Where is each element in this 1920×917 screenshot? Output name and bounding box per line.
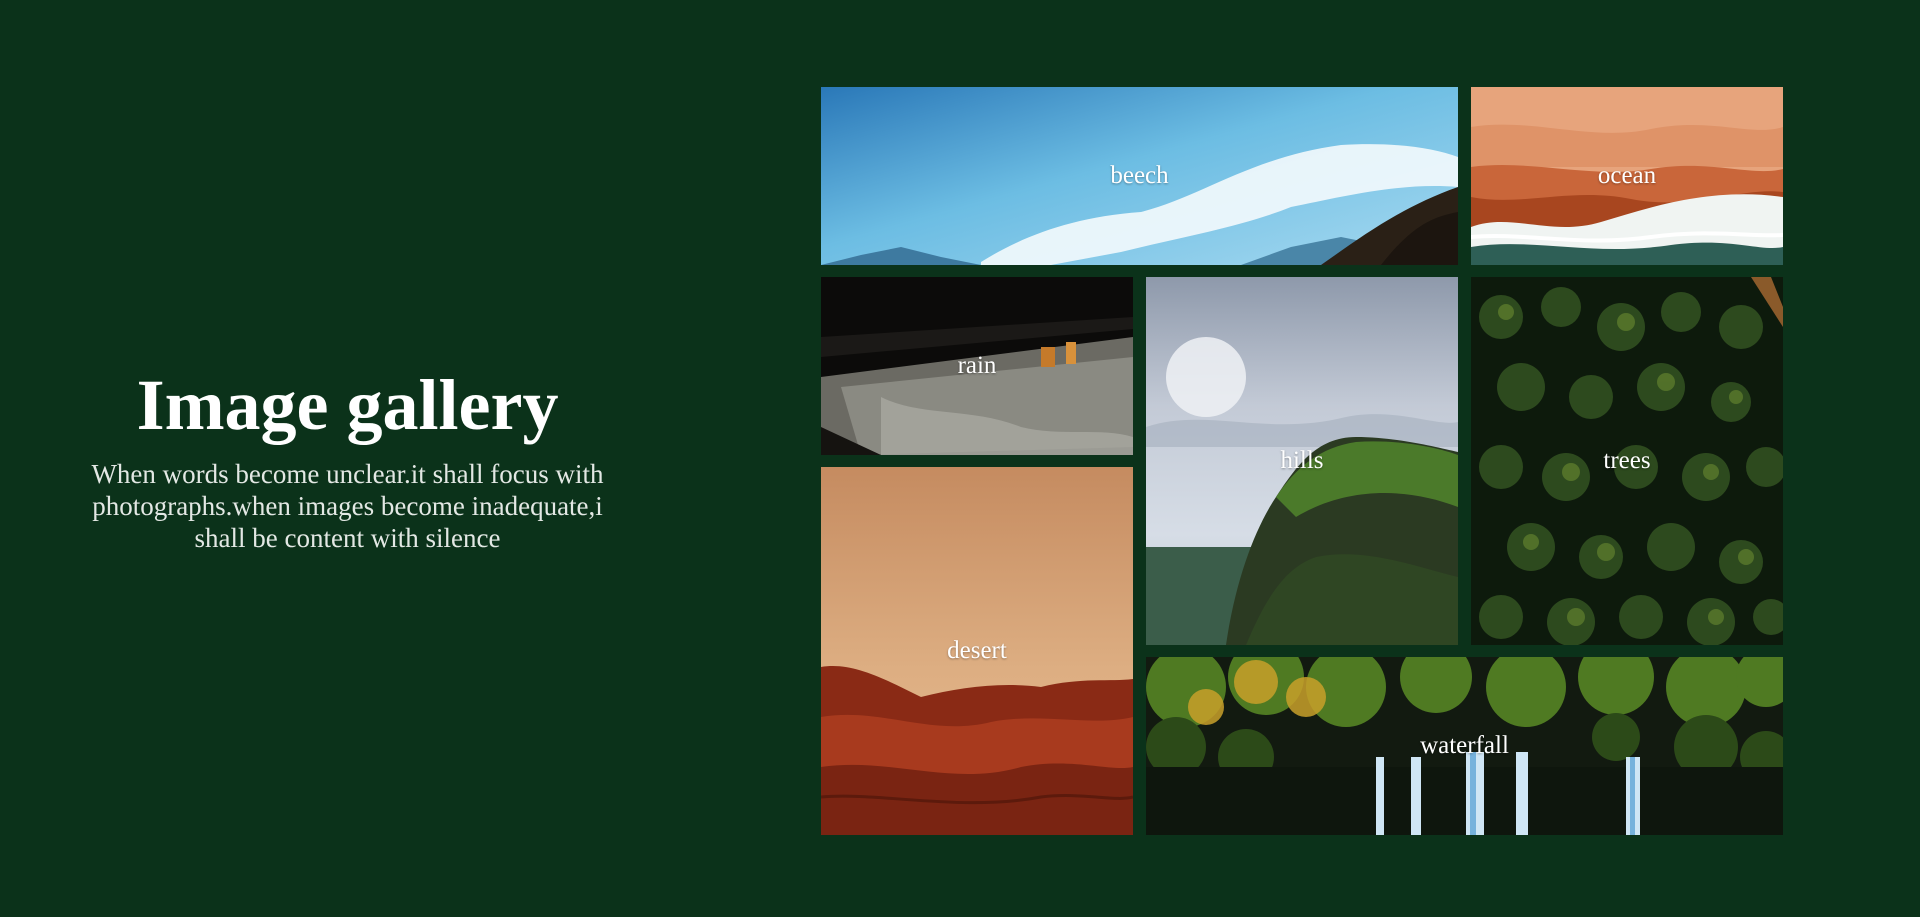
gallery-tile-rain[interactable]: rain [821, 277, 1133, 455]
image-gallery-grid: beech ocean rain hills trees desert wate… [821, 87, 1783, 835]
intro-section: Image gallery When words become unclear.… [70, 360, 625, 554]
tile-label-ocean: ocean [1597, 162, 1657, 189]
page-description: When words become unclear.it shall focus… [91, 459, 604, 553]
gallery-tile-trees[interactable]: trees [1471, 277, 1783, 645]
gallery-tile-ocean[interactable]: ocean [1471, 87, 1783, 265]
tile-label-desert: desert [947, 637, 1007, 664]
gallery-page: Image gallery When words become unclear.… [0, 0, 1920, 917]
tile-label-trees: trees [1603, 447, 1651, 474]
tile-label-hills: hills [1280, 447, 1324, 474]
gallery-tile-beech[interactable]: beech [821, 87, 1458, 265]
tile-label-rain: rain [957, 352, 997, 379]
tile-label-waterfall: waterfall [1420, 732, 1509, 759]
gallery-tile-waterfall[interactable]: waterfall [1146, 657, 1783, 835]
tile-label-beech: beech [1110, 162, 1169, 189]
page-title: Image gallery [136, 365, 559, 445]
gallery-tile-hills[interactable]: hills [1146, 277, 1458, 645]
gallery-tile-desert[interactable]: desert [821, 467, 1133, 835]
